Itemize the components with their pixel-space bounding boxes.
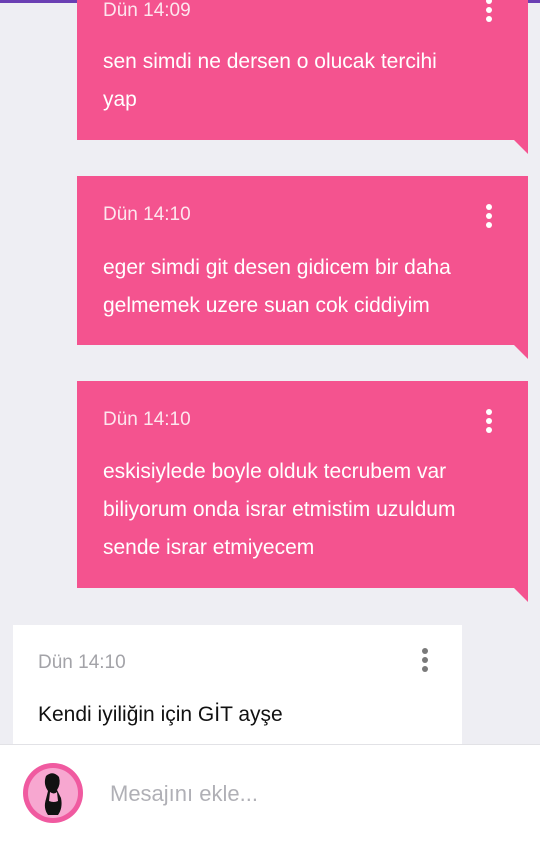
message-text: Kendi iyiliğin için GİT ayşe [38, 703, 283, 726]
message-text: eger simdi git desen gidicem bir daha ge… [103, 256, 451, 317]
message-input[interactable] [108, 775, 512, 813]
message-timestamp: Dün 14:09 [103, 0, 191, 21]
avatar-image [28, 768, 78, 818]
message-timestamp: Dün 14:10 [38, 652, 126, 673]
message-text: eskisiylede boyle olduk tecrubem var bil… [103, 460, 456, 559]
message-text: sen simdi ne dersen o olucak tercihi yap [103, 50, 437, 111]
more-options-icon[interactable] [485, 409, 493, 436]
message-bubble-sent[interactable]: Dün 14:09 sen simdi ne dersen o olucak t… [77, 0, 528, 154]
more-options-icon[interactable] [485, 0, 493, 25]
user-avatar[interactable] [23, 763, 83, 823]
message-bubble-sent[interactable]: Dün 14:10 eger simdi git desen gidicem b… [77, 176, 528, 359]
avatar-silhouette-icon [44, 773, 62, 815]
more-options-icon[interactable] [485, 204, 493, 231]
message-timestamp: Dün 14:10 [103, 409, 191, 430]
message-timestamp: Dün 14:10 [103, 204, 191, 225]
message-composer [0, 744, 540, 841]
more-options-icon[interactable] [421, 648, 429, 675]
message-bubble-sent[interactable]: Dün 14:10 eskisiylede boyle olduk tecrub… [77, 381, 528, 602]
